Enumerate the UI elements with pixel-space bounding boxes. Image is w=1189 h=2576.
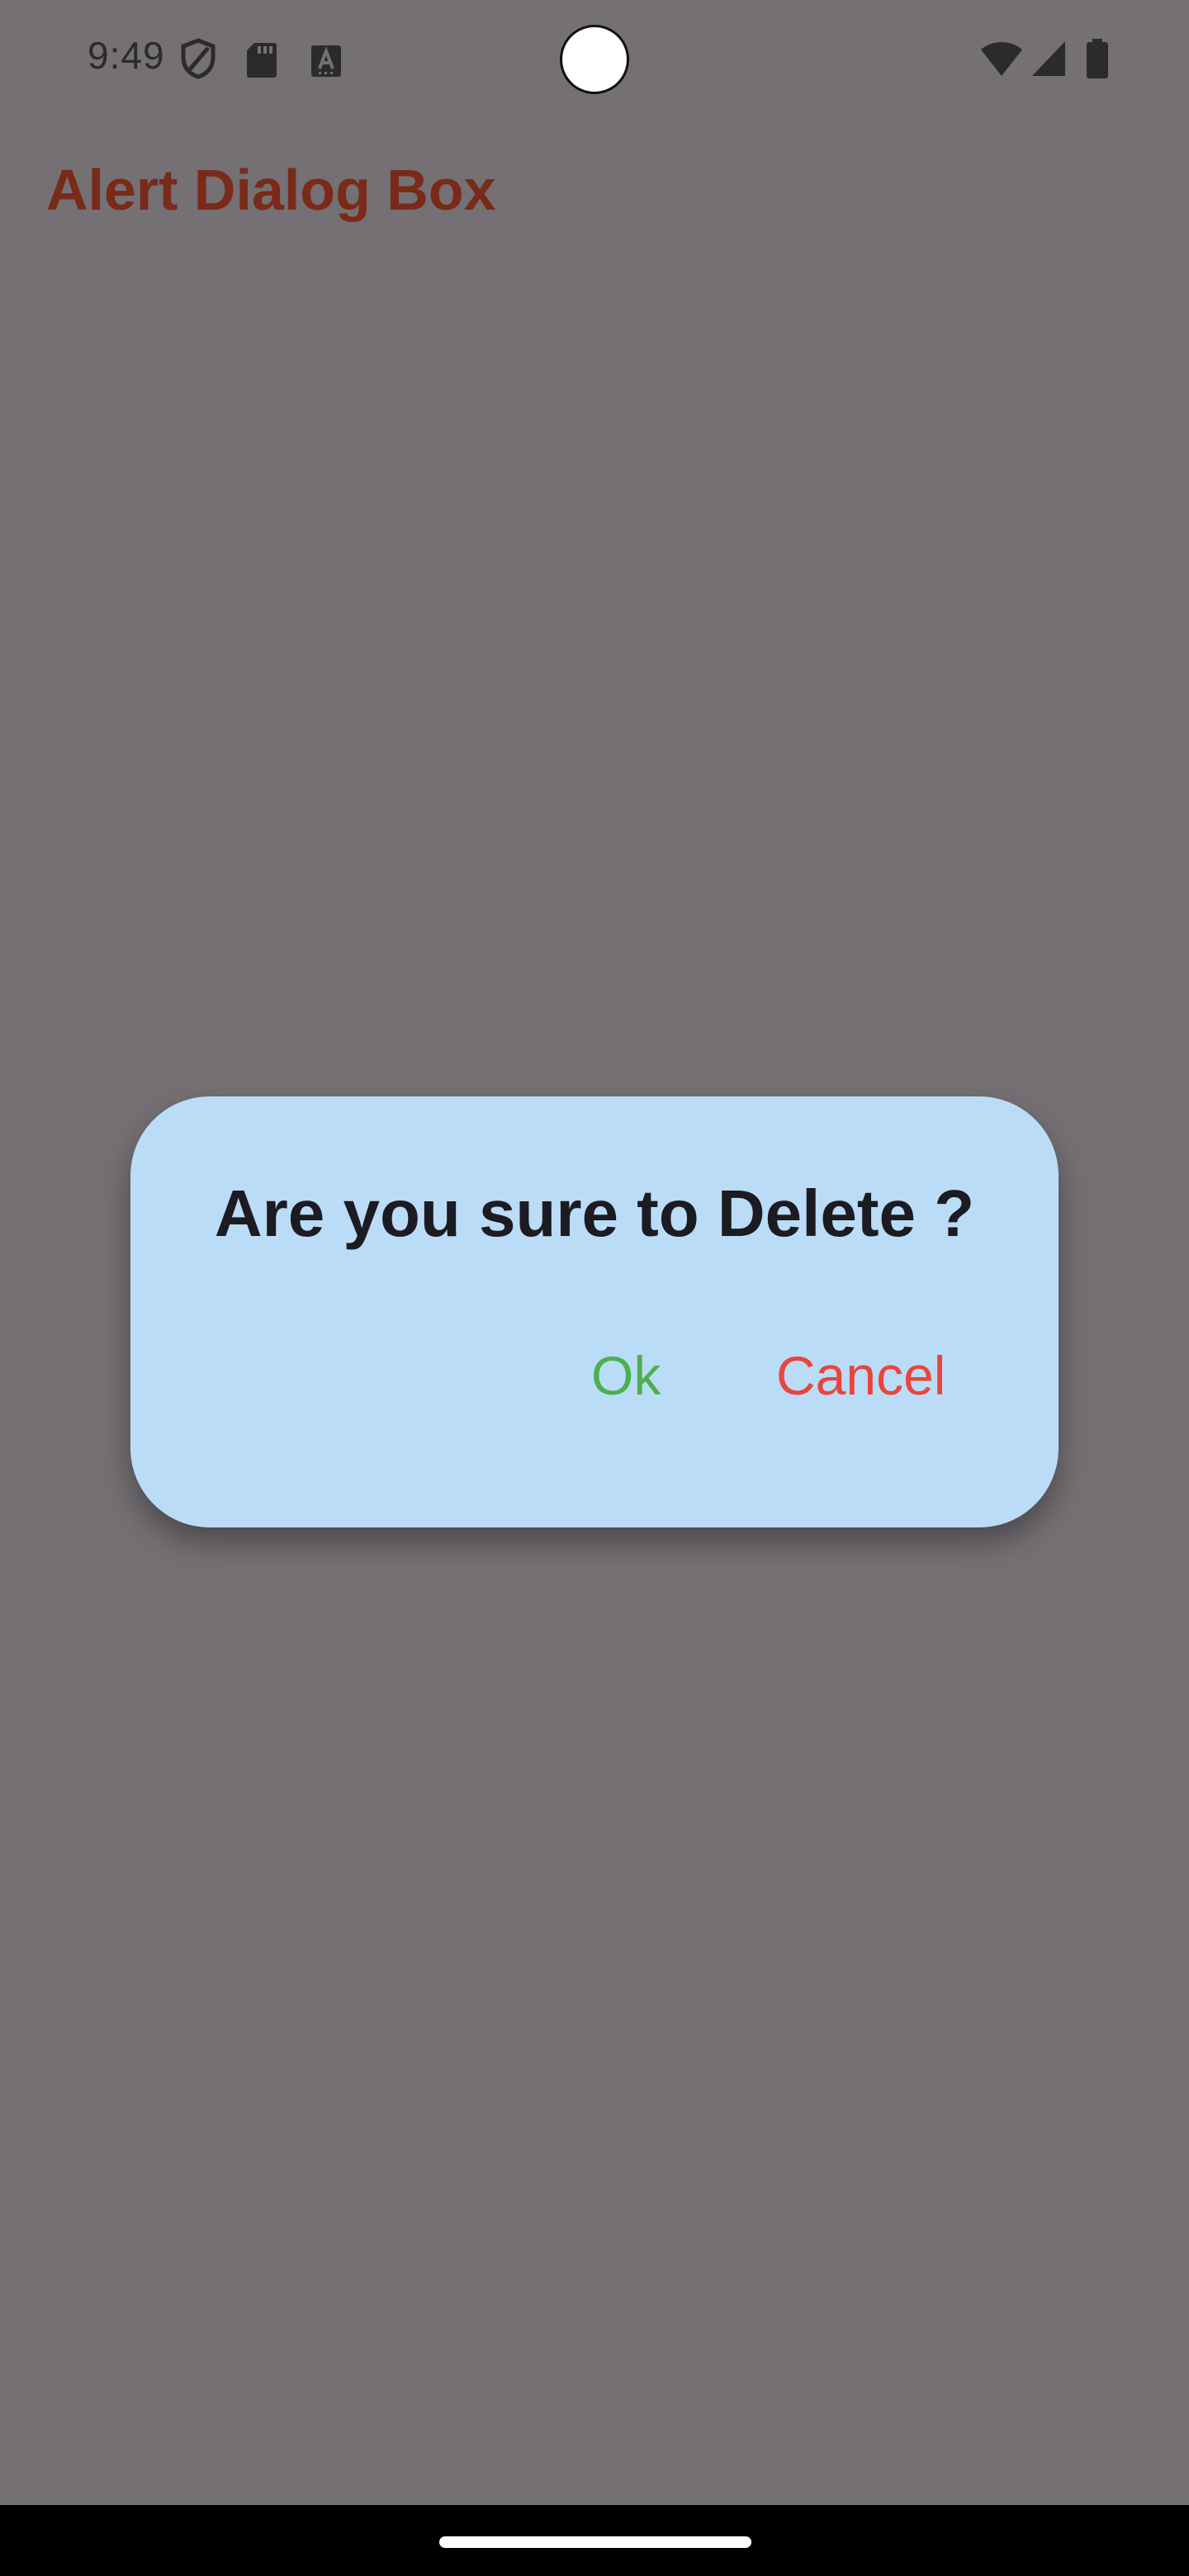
shield-icon [181, 38, 216, 79]
screen: 9:49 Alert Dialog Box Are you sure to De… [0, 0, 1189, 2576]
status-bar: 9:49 [0, 0, 1189, 116]
alert-dialog: Are you sure to Delete ? Ok Cancel [130, 1096, 1059, 1527]
sd-card-icon [247, 43, 277, 78]
keyboard-a-icon [311, 45, 341, 77]
wifi-icon [981, 42, 1022, 76]
battery-icon [1087, 39, 1108, 78]
dialog-title: Are you sure to Delete ? [214, 1177, 975, 1250]
status-time: 9:49 [88, 34, 165, 77]
navigation-bar [0, 2505, 1189, 2576]
signal-icon [1032, 41, 1065, 76]
camera-cutout [560, 25, 629, 94]
home-gesture-handle[interactable] [439, 2536, 751, 2548]
ok-button[interactable]: Ok [591, 1344, 661, 1407]
app-title: Alert Dialog Box [46, 158, 496, 222]
cancel-button[interactable]: Cancel [776, 1344, 945, 1407]
